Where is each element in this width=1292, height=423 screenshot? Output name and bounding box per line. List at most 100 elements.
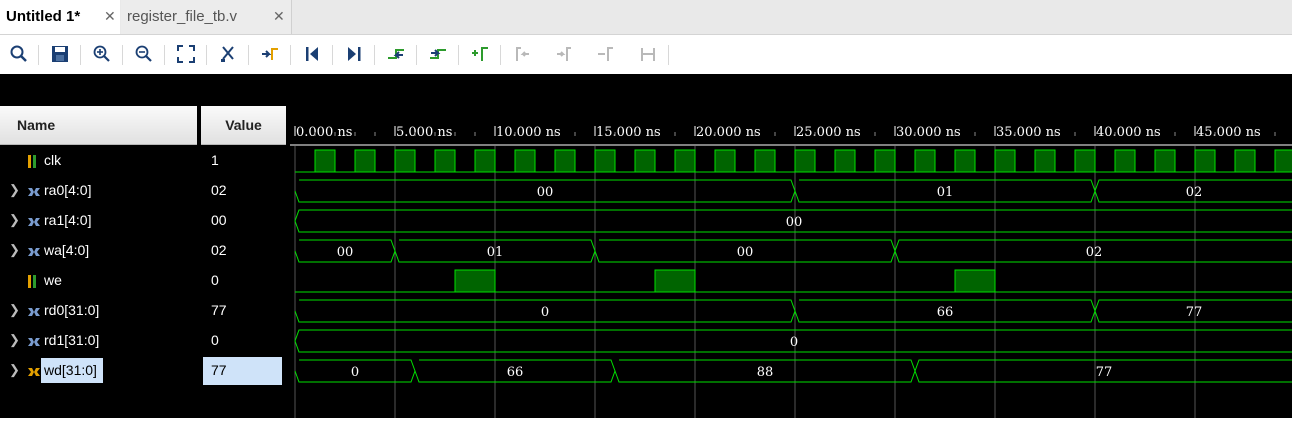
- expand-chevron-icon[interactable]: ❯: [9, 332, 20, 348]
- bus-value-label: 66: [507, 365, 524, 380]
- tab-register-file-tb[interactable]: register_file_tb.v ✕: [121, 0, 292, 34]
- signal-value-cell[interactable]: 02: [203, 177, 282, 205]
- name-column-header[interactable]: Name: [0, 106, 197, 145]
- waveform-window: Name clk ❯ ra0[4:0] ❯ ra1[4:0] ❯ wa[4:0] we ❯ rd0…: [0, 74, 1292, 418]
- signal-row[interactable]: ❯ rd0[31:0]: [0, 296, 197, 326]
- bus-signal-icon: [27, 215, 41, 231]
- expand-chevron-icon[interactable]: ❯: [9, 362, 20, 378]
- expand-chevron-icon[interactable]: ❯: [9, 302, 20, 318]
- signal-row[interactable]: we: [0, 266, 197, 296]
- clk-high-pulse: [834, 149, 856, 173]
- go-to-start-icon[interactable]: [301, 43, 323, 65]
- zoom-fit-icon[interactable]: [175, 43, 197, 65]
- signal-name: ra0[4:0]: [44, 182, 92, 198]
- signal-name: ra1[4:0]: [44, 212, 92, 228]
- clk-high-pulse: [634, 149, 656, 173]
- clk-high-pulse: [954, 149, 976, 173]
- signal-value-cell[interactable]: 77: [203, 297, 282, 325]
- signal-value-panel: Value 1 02 00 02 0 77 0 77: [201, 106, 286, 418]
- waveform-canvas[interactable]: 0.000 ns 5.000 ns 10.000 ns 15.000 ns 20.000…: [290, 74, 1292, 418]
- time-label: 30.000 ns: [896, 125, 961, 140]
- signal-row[interactable]: clk: [0, 146, 197, 176]
- signal-name: we: [44, 272, 62, 288]
- clk-high-pulse: [1194, 149, 1216, 173]
- value-column-header[interactable]: Value: [201, 106, 286, 145]
- bus-value-label: 02: [1186, 185, 1203, 200]
- bus-value-label: 01: [487, 245, 504, 260]
- zoom-in-icon[interactable]: [91, 43, 113, 65]
- time-label: 0.000 ns: [296, 125, 352, 140]
- signal-row[interactable]: ❯ wd[31:0]: [0, 356, 197, 386]
- signal-value-cell[interactable]: 00: [203, 207, 282, 235]
- go-to-end-icon[interactable]: [343, 43, 365, 65]
- clk-high-pulse: [754, 149, 776, 173]
- bus-signal-icon: [27, 335, 41, 351]
- clk-high-pulse: [354, 149, 376, 173]
- signal-value: 0: [211, 332, 219, 348]
- cursor-icon[interactable]: [217, 43, 239, 65]
- time-label: 15.000 ns: [596, 125, 661, 140]
- signal-value-cell[interactable]: 1: [203, 147, 282, 175]
- clk-high-pulse: [554, 149, 576, 173]
- clk-high-pulse: [514, 149, 536, 173]
- signal-row[interactable]: ❯ wa[4:0]: [0, 236, 197, 266]
- signal-value-cell[interactable]: 02: [203, 237, 282, 265]
- save-icon[interactable]: [49, 43, 71, 65]
- clk-high-pulse: [994, 149, 1016, 173]
- swap-cursors-icon[interactable]: [595, 43, 617, 65]
- expand-chevron-icon[interactable]: ❯: [9, 182, 20, 198]
- close-icon[interactable]: ✕: [273, 8, 285, 25]
- we-high-pulse: [454, 269, 496, 293]
- close-icon[interactable]: ✕: [104, 8, 116, 25]
- clk-high-pulse: [674, 149, 696, 173]
- bus-value-label: 77: [1096, 365, 1113, 380]
- expand-chevron-icon[interactable]: ❯: [9, 212, 20, 228]
- signal-name-panel: Name clk ❯ ra0[4:0] ❯ ra1[4:0] ❯ wa[4:0] we ❯ rd0…: [0, 106, 197, 418]
- go-to-zero-icon[interactable]: [259, 43, 281, 65]
- next-marker-icon[interactable]: [553, 43, 575, 65]
- cursor-range-icon[interactable]: [637, 43, 659, 65]
- bus-signal-icon: [27, 305, 41, 321]
- clk-high-pulse: [1234, 149, 1256, 173]
- we-high-pulse: [954, 269, 996, 293]
- search-icon[interactable]: [8, 43, 30, 65]
- clk-high-pulse: [394, 149, 416, 173]
- signal-row[interactable]: ❯ ra0[4:0]: [0, 176, 197, 206]
- clk-high-pulse: [914, 149, 936, 173]
- signal-value: 77: [211, 302, 227, 318]
- waveform-area[interactable]: 0.000 ns 5.000 ns 10.000 ns 15.000 ns 20.000…: [290, 74, 1292, 418]
- signal-name: rd0[31:0]: [44, 302, 100, 318]
- signal-value-cell[interactable]: 0: [203, 267, 282, 295]
- signal-row[interactable]: ❯ ra1[4:0]: [0, 206, 197, 236]
- time-label: 35.000 ns: [996, 125, 1061, 140]
- add-marker-icon[interactable]: [469, 43, 491, 65]
- next-transition-icon[interactable]: [427, 43, 449, 65]
- signal-row[interactable]: ❯ rd1[31:0]: [0, 326, 197, 356]
- clk-high-pulse: [1154, 149, 1176, 173]
- clk-high-pulse: [474, 149, 496, 173]
- bus-value-label: 0: [541, 305, 549, 320]
- tab-untitled-1[interactable]: Untitled 1* ✕: [0, 0, 120, 34]
- bus-value-label: 00: [537, 185, 554, 200]
- clk-high-pulse: [314, 149, 336, 173]
- signal-value: 02: [211, 242, 227, 258]
- signal-value-cell[interactable]: 77: [203, 357, 282, 385]
- bus-value-label: 66: [937, 305, 954, 320]
- signal-name: wd[31:0]: [44, 362, 97, 378]
- time-label: 5.000 ns: [396, 125, 452, 140]
- signal-value-cell[interactable]: 0: [203, 327, 282, 355]
- previous-transition-icon[interactable]: [385, 43, 407, 65]
- time-label: 25.000 ns: [796, 125, 861, 140]
- bus-value-label: 02: [1086, 245, 1103, 260]
- bus-value-label: 0: [351, 365, 359, 380]
- clk-high-pulse: [1274, 149, 1292, 173]
- value-header-label: Value: [225, 117, 262, 133]
- expand-chevron-icon[interactable]: ❯: [9, 242, 20, 258]
- clk-high-pulse: [594, 149, 616, 173]
- time-label: 45.000 ns: [1196, 125, 1261, 140]
- clk-high-pulse: [1074, 149, 1096, 173]
- previous-marker-icon[interactable]: [511, 43, 533, 65]
- signal-name: clk: [44, 152, 62, 168]
- bus-signal-icon: [27, 365, 41, 381]
- zoom-out-icon[interactable]: [133, 43, 155, 65]
